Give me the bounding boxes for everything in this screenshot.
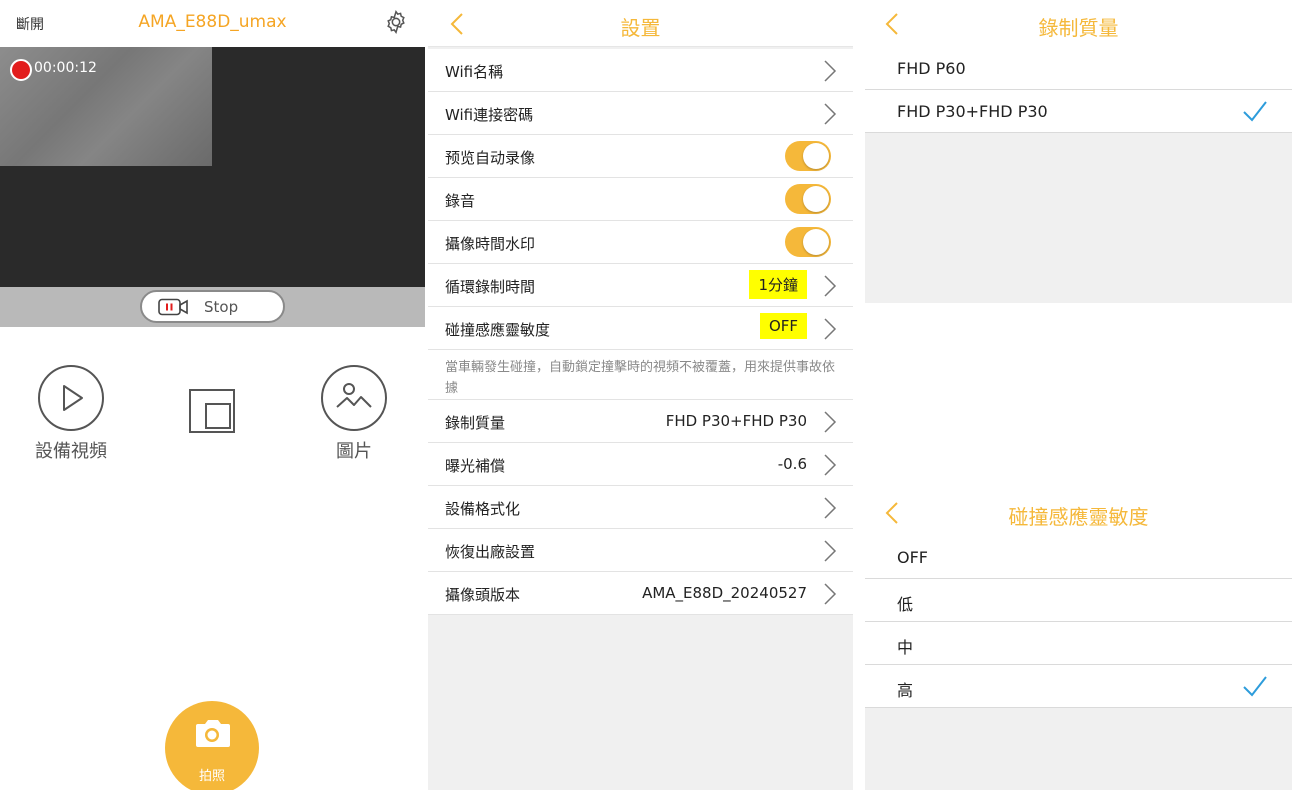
device-videos-label: 設備視頻: [35, 441, 107, 462]
time-watermark-toggle[interactable]: [785, 227, 831, 257]
row-label: 錄音: [445, 192, 476, 210]
collision-options: OFF 低 中 高: [865, 536, 1292, 708]
check-icon: [1243, 101, 1267, 122]
row-label: 碰撞感應靈敏度: [445, 321, 551, 339]
option-label: OFF: [897, 548, 928, 567]
collision-sensitivity-value: OFF: [759, 313, 807, 339]
picture-in-picture-icon: [189, 389, 235, 433]
settings-row-preview-autorecord: 预览自动录像: [428, 135, 853, 178]
quality-options: FHD P60 FHD P30+FHD P30: [865, 47, 1292, 133]
recording-quality-value: FHD P30+FHD P30: [665, 412, 807, 430]
settings-row-collision-sensitivity[interactable]: 碰撞感應靈敏度 OFF: [428, 307, 853, 350]
video-preview[interactable]: 00:00:12: [0, 47, 425, 287]
row-label: 曝光補償: [445, 457, 506, 475]
take-photo-label: 拍照: [198, 769, 225, 784]
collision-note: 當車輛發生碰撞，自動鎖定撞擊時的視頻不被覆蓋，用來提供事故依據: [428, 350, 853, 400]
gallery-icon: [321, 365, 387, 431]
chevron-right-icon: [824, 411, 837, 433]
chevron-right-icon: [824, 583, 837, 605]
page-title: 設置: [620, 16, 661, 40]
collision-header: 碰撞感應靈敏度: [865, 489, 1292, 536]
preview-thumbnail: [0, 47, 212, 166]
collision-option-off[interactable]: OFF: [865, 536, 1292, 579]
option-label: 中: [897, 638, 914, 657]
settings-row-firmware-version[interactable]: 攝像頭版本 AMA_E88D_20240527: [428, 572, 853, 615]
record-control-bar: Stop: [0, 287, 425, 327]
collision-empty-area: [865, 708, 1292, 790]
settings-header: 設置: [428, 0, 853, 47]
take-photo-button[interactable]: 拍照: [165, 701, 259, 790]
settings-row-format[interactable]: 設備格式化: [428, 486, 853, 529]
recording-indicator-icon: [10, 59, 32, 81]
camera-header: 斷開 AMA_E88D_umax: [0, 0, 425, 47]
camera-icon: [196, 720, 230, 747]
collision-option-medium[interactable]: 中: [865, 622, 1292, 665]
row-label: 预览自动录像: [445, 149, 536, 167]
settings-row-factory-reset[interactable]: 恢復出廠設置: [428, 529, 853, 572]
chevron-right-icon: [824, 454, 837, 476]
option-screens: 錄制質量 FHD P60 FHD P30+FHD P30 碰撞感應靈敏度 OFF…: [865, 0, 1292, 790]
toggle-knob: [803, 143, 829, 169]
stop-label: Stop: [204, 298, 239, 316]
settings-row-exposure[interactable]: 曝光補償 -0.6: [428, 443, 853, 486]
row-label: 恢復出廠設置: [445, 543, 536, 561]
settings-row-wifi-password[interactable]: Wifi連接密碼: [428, 92, 853, 135]
settings-list: Wifi名稱 Wifi連接密碼 预览自动录像 錄音 攝像時間水印 循環錄制時間 …: [428, 49, 853, 615]
quality-empty-area: [865, 133, 1292, 303]
gear-icon[interactable]: [383, 9, 409, 35]
settings-row-audio: 錄音: [428, 178, 853, 221]
chevron-right-icon: [824, 318, 837, 340]
row-label: Wifi連接密碼: [445, 106, 534, 124]
chevron-right-icon: [824, 275, 837, 297]
chevron-right-icon: [824, 540, 837, 562]
toggle-knob: [803, 186, 829, 212]
quality-option-fhd-p30-dual[interactable]: FHD P30+FHD P30: [865, 90, 1292, 133]
device-title: AMA_E88D_umax: [138, 12, 287, 32]
settings-row-wifi-name[interactable]: Wifi名稱: [428, 49, 853, 92]
row-label: 攝像時間水印: [445, 235, 536, 253]
photos-button[interactable]: 圖片: [318, 365, 390, 463]
option-label: FHD P60: [897, 59, 966, 78]
quality-option-fhd-p60[interactable]: FHD P60: [865, 47, 1292, 90]
option-label: 低: [897, 595, 914, 614]
chevron-right-icon: [824, 60, 837, 82]
play-icon: [38, 365, 104, 431]
quality-title: 錄制質量: [1038, 16, 1119, 40]
option-label: 高: [897, 681, 914, 700]
row-label: 錄制質量: [445, 414, 506, 432]
device-videos-button[interactable]: 設備視頻: [32, 365, 110, 463]
settings-row-recording-quality[interactable]: 錄制質量 FHD P30+FHD P30: [428, 400, 853, 443]
settings-row-loop-recording[interactable]: 循環錄制時間 1分鐘: [428, 264, 853, 307]
check-icon: [1243, 676, 1267, 697]
audio-toggle[interactable]: [785, 184, 831, 214]
settings-row-time-watermark: 攝像時間水印: [428, 221, 853, 264]
camera-screen: 斷開 AMA_E88D_umax 00:00:12 Stop 設備視頻 圖片 拍…: [0, 0, 425, 790]
collision-option-low[interactable]: 低: [865, 579, 1292, 622]
photos-label: 圖片: [336, 441, 372, 462]
quality-header: 錄制質量: [865, 0, 1292, 47]
preview-autorecord-toggle[interactable]: [785, 141, 831, 171]
exposure-value: -0.6: [777, 455, 807, 473]
recording-timer: 00:00:12: [34, 60, 97, 76]
chevron-right-icon: [824, 497, 837, 519]
toggle-knob: [803, 229, 829, 255]
firmware-version-value: AMA_E88D_20240527: [642, 584, 807, 602]
row-label: Wifi名稱: [445, 63, 504, 81]
row-label: 循環錄制時間: [445, 278, 536, 296]
row-label: 設備格式化: [445, 500, 521, 518]
row-label: 攝像頭版本: [445, 586, 521, 604]
option-label: FHD P30+FHD P30: [897, 102, 1048, 121]
video-camera-icon: [158, 298, 188, 316]
chevron-right-icon: [824, 103, 837, 125]
collision-title: 碰撞感應靈敏度: [1008, 505, 1149, 529]
stop-recording-button[interactable]: Stop: [140, 290, 285, 323]
settings-screen: 設置 Wifi名稱 Wifi連接密碼 预览自动录像 錄音 攝像時間水印 循環錄制…: [428, 0, 853, 790]
picture-in-picture-button[interactable]: [188, 388, 236, 434]
loop-recording-value: 1分鐘: [749, 270, 807, 299]
collision-option-high[interactable]: 高: [865, 665, 1292, 708]
